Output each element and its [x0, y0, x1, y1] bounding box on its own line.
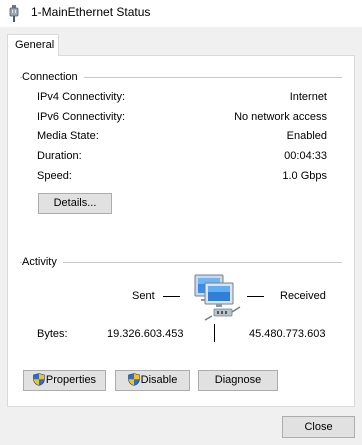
- ipv4-label: IPv4 Connectivity:: [37, 91, 126, 103]
- ipv6-value: No network access: [234, 111, 327, 123]
- duration-label: Duration:: [37, 150, 82, 162]
- sent-dash: [163, 296, 180, 297]
- ethernet-cable-icon: [9, 5, 19, 22]
- speed-value: 1.0 Gbps: [282, 170, 327, 182]
- properties-button-label: Properties: [45, 374, 97, 386]
- media-state-value: Enabled: [286, 130, 327, 142]
- media-state-label: Media State:: [37, 130, 99, 142]
- close-button[interactable]: Close: [282, 416, 355, 438]
- network-computers-icon: [194, 274, 241, 321]
- disable-button[interactable]: Disable: [115, 370, 190, 391]
- received-dash: [247, 296, 264, 297]
- general-panel: Connection IPv4 Connectivity: Internet I…: [7, 55, 355, 407]
- window-title: 1-MainEthernet Status: [31, 5, 151, 19]
- properties-button[interactable]: Properties: [23, 370, 106, 391]
- diagnose-button[interactable]: Diagnose: [198, 370, 278, 391]
- bytes-sent-value: 19.326.603.453: [107, 328, 184, 340]
- duration-value: 00:04:33: [284, 150, 327, 162]
- activity-group-line: [20, 262, 342, 263]
- sent-label: Sent: [132, 290, 155, 302]
- activity-group-label: Activity: [22, 256, 63, 268]
- disable-button-label: Disable: [140, 374, 178, 386]
- received-label: Received: [280, 290, 326, 302]
- uac-shield-icon: [127, 372, 140, 386]
- activity-divider: [214, 324, 215, 342]
- title-bar: 1-MainEthernet Status: [0, 0, 362, 27]
- tab-general-label: General: [15, 39, 55, 51]
- ipv4-value: Internet: [289, 91, 327, 103]
- ipv6-label: IPv6 Connectivity:: [37, 111, 126, 123]
- bytes-label: Bytes:: [37, 328, 68, 340]
- tab-general[interactable]: General: [7, 34, 59, 56]
- bytes-received-value: 45.480.773.603: [249, 328, 326, 340]
- details-button[interactable]: Details...: [38, 193, 112, 214]
- speed-label: Speed:: [37, 170, 72, 182]
- connection-group-label: Connection: [22, 71, 84, 83]
- uac-shield-icon: [33, 372, 45, 386]
